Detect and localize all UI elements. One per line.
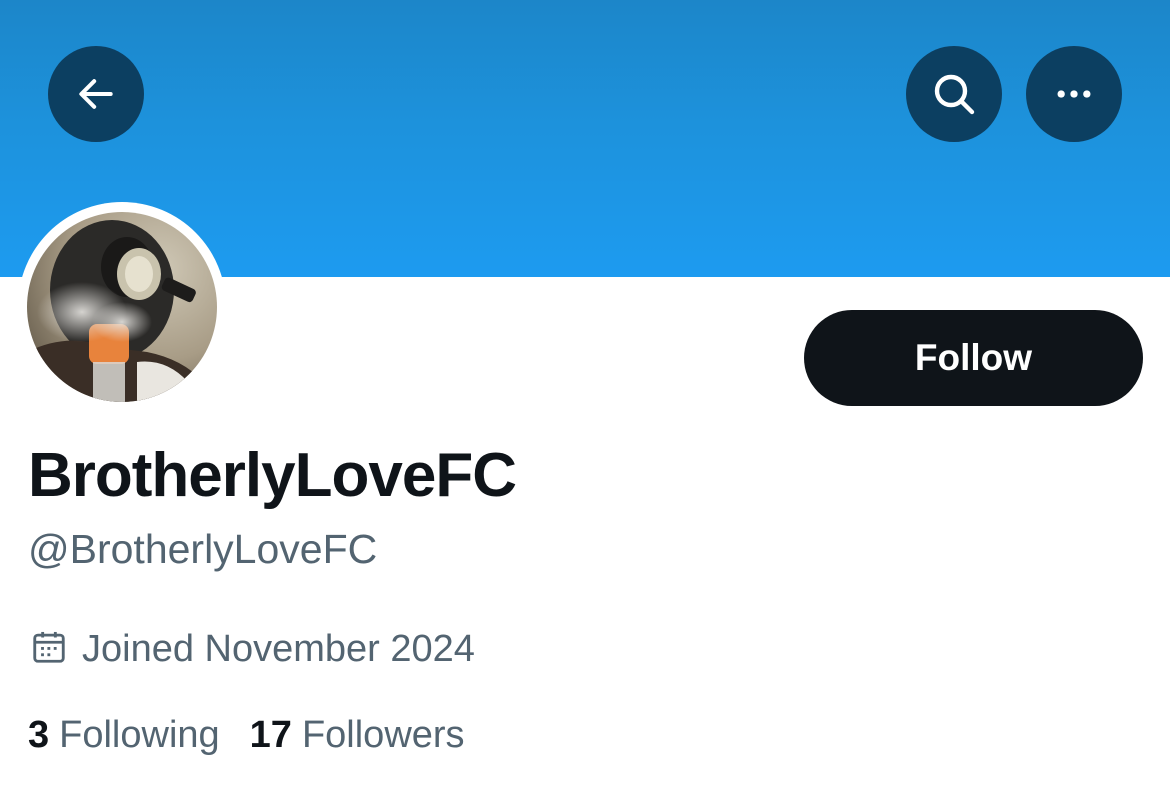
following-link[interactable]: 3 Following bbox=[28, 714, 220, 757]
followers-label: Followers bbox=[301, 714, 465, 756]
more-horizontal-icon bbox=[1052, 72, 1096, 116]
search-icon bbox=[930, 70, 978, 118]
joined-date: Joined November 2024 bbox=[30, 628, 475, 671]
back-button[interactable] bbox=[48, 46, 144, 142]
profile-page: Follow BrotherlyLoveFC @BrotherlyLoveFC … bbox=[0, 0, 1170, 812]
user-handle: @BrotherlyLoveFC bbox=[28, 526, 378, 572]
avatar[interactable] bbox=[27, 212, 217, 402]
display-name: BrotherlyLoveFC bbox=[28, 441, 517, 510]
calendar-icon bbox=[30, 628, 68, 671]
search-button[interactable] bbox=[906, 46, 1002, 142]
more-options-button[interactable] bbox=[1026, 46, 1122, 142]
followers-link[interactable]: 17 Followers bbox=[250, 714, 465, 757]
followers-count: 17 bbox=[249, 714, 292, 756]
arrow-left-icon bbox=[74, 72, 118, 116]
joined-text: Joined November 2024 bbox=[82, 628, 475, 670]
follow-stats: 3 Following 17 Followers bbox=[28, 714, 465, 757]
following-label: Following bbox=[59, 714, 220, 756]
follow-button[interactable]: Follow bbox=[804, 310, 1143, 406]
following-count: 3 bbox=[28, 714, 50, 756]
